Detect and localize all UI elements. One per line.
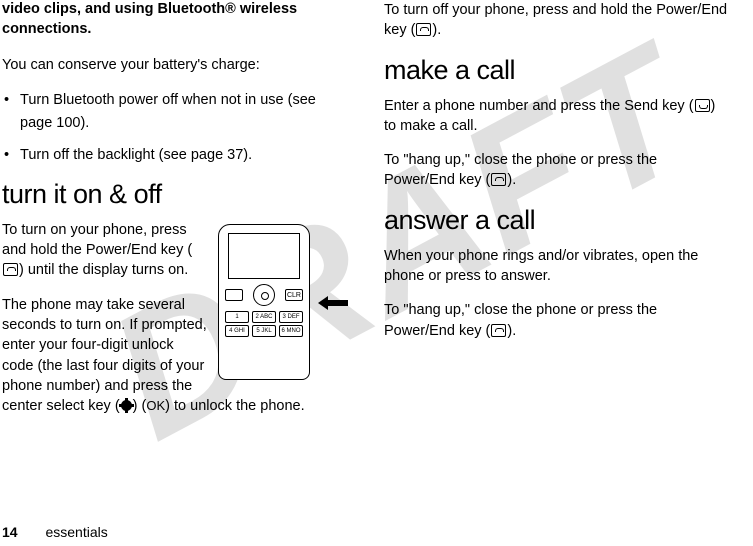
key-3: 3 DEF [279, 311, 303, 323]
heading-answer-call: answer a call [384, 205, 728, 236]
text: To "hang up," close the phone or press t… [384, 302, 657, 338]
text: ). [507, 172, 516, 188]
page-content: video clips, and using Bluetooth® wirele… [0, 0, 753, 546]
text: ) to unlock the phone. [165, 398, 304, 414]
power-end-key-icon [491, 324, 506, 337]
phone-screen [228, 233, 300, 279]
power-key-arrow-icon [318, 296, 348, 310]
center-select-key-icon [121, 400, 132, 411]
section-name: essentials [45, 524, 107, 540]
text: Enter a phone number and press the Send … [384, 98, 694, 114]
page-number: 14 [2, 524, 18, 540]
make-call-paragraph-2: To "hang up," close the phone or press t… [384, 150, 728, 191]
power-end-key-icon [491, 173, 506, 186]
key-6: 6 MNO [279, 325, 303, 337]
heading-make-call: make a call [384, 55, 728, 86]
power-end-key-icon [3, 263, 18, 276]
conserve-intro: You can conserve your battery's charge: [2, 55, 348, 75]
text: To "hang up," close the phone or press t… [384, 152, 657, 188]
key-2: 2 ABC [252, 311, 276, 323]
clr-key: CLR [285, 289, 303, 301]
lead-paragraph: video clips, and using Bluetooth® wirele… [2, 0, 348, 39]
keypad: 1 2 ABC 3 DEF 4 GHI 5 JKL 6 MNO [219, 311, 309, 337]
key-1: 1 [225, 311, 249, 323]
text: The phone may take several seconds to tu… [2, 297, 207, 414]
text: ) until the display turns on. [19, 262, 188, 278]
phone-nav-row: CLR [219, 283, 309, 307]
answer-call-paragraph-2: To "hang up," close the phone or press t… [384, 300, 728, 341]
text: ) ( [133, 398, 147, 414]
list-item: Turn off the backlight (see page 37). [20, 144, 348, 166]
list-item: Turn Bluetooth power off when not in use… [20, 89, 348, 134]
key-4: 4 GHI [225, 325, 249, 337]
heading-turn-on-off: turn it on & off [2, 179, 348, 210]
turn-off-paragraph: To turn off your phone, press and hold t… [384, 0, 728, 41]
send-key-icon [695, 99, 710, 112]
left-column: video clips, and using Bluetooth® wirele… [0, 0, 366, 546]
text: To turn on your phone, press and hold th… [2, 222, 192, 258]
power-end-key-icon [416, 23, 431, 36]
soft-key-left [225, 289, 243, 301]
page-footer: 14 essentials [2, 524, 108, 540]
phone-illustration: CLR 1 2 ABC 3 DEF 4 GHI 5 JKL 6 MNO [218, 224, 346, 384]
conserve-list: Turn Bluetooth power off when not in use… [2, 89, 348, 166]
turn-on-block: CLR 1 2 ABC 3 DEF 4 GHI 5 JKL 6 MNO [2, 220, 348, 431]
text: ). [507, 323, 516, 339]
key-5: 5 JKL [252, 325, 276, 337]
right-column: To turn off your phone, press and hold t… [366, 0, 732, 546]
ok-label: OK [146, 398, 165, 413]
answer-call-paragraph-1: When your phone rings and/or vibrates, o… [384, 246, 728, 287]
dpad [253, 284, 275, 306]
phone-outline: CLR 1 2 ABC 3 DEF 4 GHI 5 JKL 6 MNO [218, 224, 310, 380]
make-call-paragraph-1: Enter a phone number and press the Send … [384, 96, 728, 137]
text: ). [432, 22, 441, 38]
